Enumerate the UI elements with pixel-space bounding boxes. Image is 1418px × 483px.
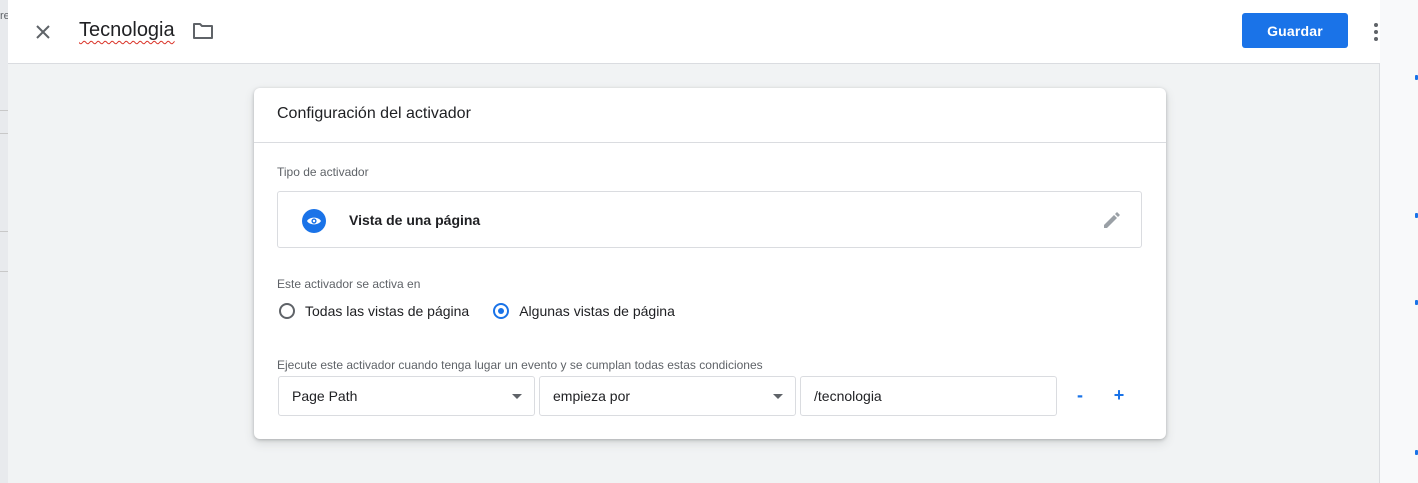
chevron-down-icon — [512, 394, 522, 399]
condition-operator-select[interactable]: empieza por — [539, 376, 796, 416]
close-icon — [36, 25, 50, 39]
close-button[interactable] — [30, 19, 56, 45]
condition-variable-select[interactable]: Page Path — [278, 376, 535, 416]
more-options-button[interactable] — [1366, 20, 1386, 44]
trigger-type-label: Tipo de activador — [277, 165, 369, 179]
condition-variable-value: Page Path — [292, 388, 358, 404]
trigger-type-name: Vista de una página — [349, 212, 481, 228]
background-right-panel — [1379, 0, 1418, 483]
more-vert-icon — [1374, 23, 1378, 41]
remove-condition-button[interactable]: - — [1067, 382, 1093, 408]
add-condition-button[interactable]: + — [1106, 382, 1132, 408]
background-divider — [0, 110, 8, 111]
radio-label: Algunas vistas de página — [519, 303, 675, 319]
radio-all-page-views[interactable]: Todas las vistas de página — [279, 303, 469, 319]
card-header: Configuración del activador — [254, 88, 1166, 143]
eye-icon — [302, 209, 326, 233]
trigger-type-selector[interactable]: Vista de una página — [277, 191, 1142, 248]
background-divider — [0, 231, 8, 232]
fires-on-label: Este activador se activa en — [277, 277, 421, 291]
trigger-config-card: Configuración del activador Tipo de acti… — [254, 88, 1166, 439]
background-divider — [0, 133, 8, 134]
top-bar: Tecnologia Guardar — [8, 0, 1380, 64]
radio-circle-checked — [493, 303, 510, 319]
conditions-label: Ejecute este activador cuando tenga luga… — [277, 358, 763, 372]
pencil-icon[interactable] — [1101, 209, 1123, 231]
fires-on-radio-group: Todas las vistas de página Algunas vista… — [279, 303, 699, 319]
condition-operator-value: empieza por — [553, 388, 631, 404]
radio-some-page-views[interactable]: Algunas vistas de página — [493, 303, 675, 319]
background-app-strip: re — [0, 0, 10, 483]
radio-label: Todas las vistas de página — [305, 303, 470, 319]
background-divider — [0, 271, 8, 272]
save-button[interactable]: Guardar — [1242, 13, 1348, 48]
condition-value-input[interactable] — [800, 376, 1057, 416]
folder-icon — [193, 23, 213, 39]
trigger-title[interactable]: Tecnologia — [79, 19, 175, 42]
chevron-down-icon — [773, 394, 783, 399]
radio-circle — [279, 303, 295, 319]
folder-button[interactable] — [192, 21, 216, 43]
